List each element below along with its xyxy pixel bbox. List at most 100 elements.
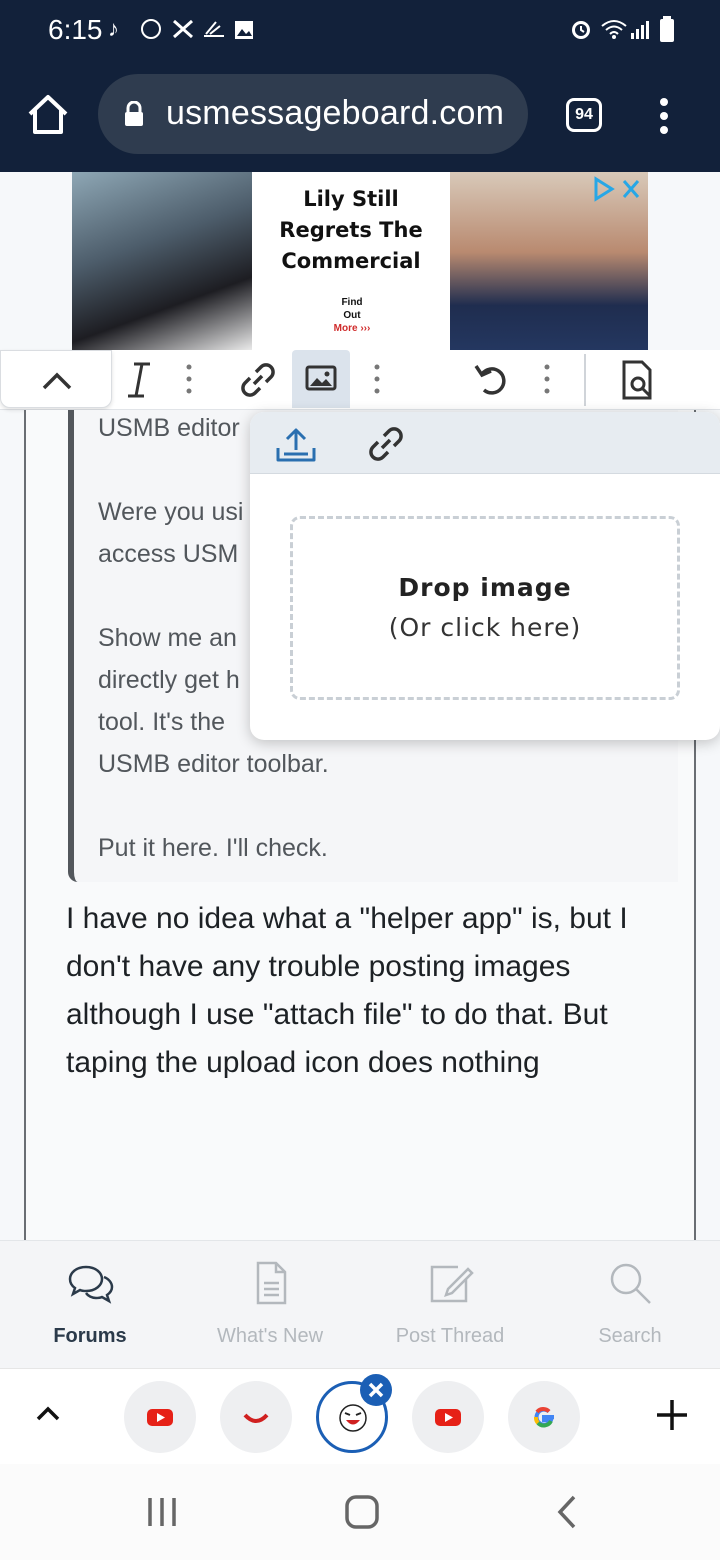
more-vertical-icon — [660, 98, 668, 134]
post-text-line: although I use "attach file" to do that.… — [66, 998, 608, 1031]
nav-label: Post Thread — [395, 1325, 505, 1347]
quote-line: directly get h — [98, 666, 240, 694]
drop-zone-subtitle: (Or click here) — [388, 613, 582, 642]
ad-headline-line: Regrets The — [279, 218, 423, 242]
more-vertical-icon — [186, 364, 192, 394]
quote-line: Were you usi — [98, 498, 244, 526]
plus-icon — [657, 1400, 687, 1430]
shoe-icon — [202, 18, 226, 46]
nav-whats-new[interactable]: What's New — [180, 1241, 360, 1369]
insert-image-button[interactable] — [292, 350, 350, 408]
nav-label: Search — [598, 1325, 662, 1347]
ad-choices[interactable] — [592, 176, 646, 202]
tab-google[interactable] — [508, 1381, 580, 1453]
quote-line: Put it here. I'll check. — [98, 834, 328, 862]
alarm-icon — [568, 16, 594, 48]
quote-line: USMB editor toolbar. — [98, 750, 329, 778]
quote-line: USMB editor — [98, 414, 240, 442]
preview-icon — [622, 360, 652, 400]
browser-menu-button[interactable] — [654, 96, 674, 136]
quote-line: Show me an — [98, 624, 237, 652]
image-drop-zone[interactable]: Drop image (Or click here) — [290, 516, 680, 700]
status-bar: 6:15 ♪ — [0, 0, 720, 62]
image-icon — [305, 365, 337, 391]
ad-choices-icon — [594, 176, 640, 202]
recents-icon — [148, 1498, 176, 1526]
toolbar-divider — [584, 354, 586, 406]
capcut-icon — [172, 18, 194, 46]
undo-icon — [474, 365, 506, 395]
insert-image-popup: Drop image (Or click here) — [250, 412, 720, 740]
ad-cta[interactable]: Find Out More ››› — [322, 296, 382, 335]
smile-icon — [243, 1413, 269, 1423]
ad-headline: Lily Still Regrets The Commercial — [252, 184, 450, 277]
battery-icon — [660, 16, 674, 48]
more-vertical-icon — [374, 364, 380, 394]
forums-icon — [68, 1265, 114, 1304]
ad-headline-line: Commercial — [281, 249, 421, 273]
forum-bottom-nav: Forums What's New Post Thread Search — [0, 1240, 720, 1368]
tab-youtube[interactable] — [124, 1381, 196, 1453]
undo-button[interactable] — [470, 358, 514, 402]
home-button[interactable] — [26, 92, 70, 136]
toolbar-more-button[interactable] — [374, 364, 380, 394]
document-icon — [256, 1261, 287, 1305]
back-icon — [557, 1495, 576, 1529]
italic-button[interactable] — [118, 358, 162, 402]
google-icon — [533, 1407, 554, 1428]
url-text: usmessageboard.com — [166, 94, 505, 132]
address-bar[interactable]: usmessageboard.com — [98, 74, 528, 154]
nav-label: What's New — [216, 1325, 324, 1347]
more-vertical-icon — [544, 364, 550, 394]
home-nav-button[interactable] — [344, 1494, 382, 1532]
preview-button[interactable] — [616, 358, 660, 402]
nav-label: Forums — [53, 1325, 127, 1347]
status-time: 6:15 — [48, 14, 103, 45]
nav-post-thread[interactable]: Post Thread — [360, 1241, 540, 1369]
browser-toolbar: usmessageboard.com 94 — [0, 62, 720, 172]
tab-switcher-button[interactable]: 94 — [566, 98, 602, 132]
quote-line: access USM — [98, 540, 239, 568]
close-icon — [368, 1382, 384, 1398]
post-text-line: I have no idea what a "helper app" is, b… — [66, 902, 628, 935]
tab-site[interactable] — [220, 1381, 292, 1453]
editor-toolbar — [0, 350, 720, 410]
toolbar-more-button[interactable] — [186, 364, 192, 394]
gallery-icon — [234, 20, 254, 46]
close-tab-button[interactable] — [360, 1374, 392, 1406]
post-text-line: taping the upload icon does nothing — [66, 1046, 540, 1079]
back-button[interactable] — [552, 1494, 582, 1532]
nav-forums[interactable]: Forums — [0, 1241, 180, 1369]
notification-app-icon — [140, 18, 164, 46]
upload-tab[interactable] — [274, 424, 318, 464]
drop-zone-title: Drop image — [398, 573, 572, 602]
expand-tabs-button[interactable] — [34, 1399, 62, 1427]
ad-headline-line: Lily Still — [303, 187, 399, 211]
nav-search[interactable]: Search — [540, 1241, 720, 1369]
ad-text-panel: Lily Still Regrets The Commercial Find O… — [252, 172, 450, 350]
recents-button[interactable] — [144, 1494, 180, 1530]
edit-icon — [430, 1265, 474, 1303]
toolbar-more-button[interactable] — [544, 364, 550, 394]
italic-icon — [128, 362, 150, 398]
link-button[interactable] — [236, 358, 280, 402]
chevron-up-icon — [42, 372, 72, 390]
new-tab-button[interactable] — [654, 1397, 690, 1433]
advertisement-banner[interactable]: Lily Still Regrets The Commercial Find O… — [72, 172, 648, 350]
toolbar-collapse-button[interactable] — [0, 350, 112, 408]
system-navigation-bar — [0, 1464, 720, 1560]
home-icon — [28, 95, 68, 134]
search-icon — [610, 1263, 651, 1304]
quote-line: tool. It's the — [98, 708, 226, 736]
signal-icon — [630, 18, 652, 46]
tab-youtube-2[interactable] — [412, 1381, 484, 1453]
face-icon — [339, 1404, 367, 1432]
ad-cta-line: Find — [341, 297, 363, 308]
chevron-up-icon — [36, 1406, 60, 1421]
upload-icon — [276, 428, 316, 462]
youtube-icon — [147, 1409, 173, 1426]
wifi-icon — [600, 18, 628, 46]
url-tab[interactable] — [366, 424, 406, 464]
ad-cta-line: Out — [343, 310, 361, 321]
link-icon — [241, 363, 275, 397]
